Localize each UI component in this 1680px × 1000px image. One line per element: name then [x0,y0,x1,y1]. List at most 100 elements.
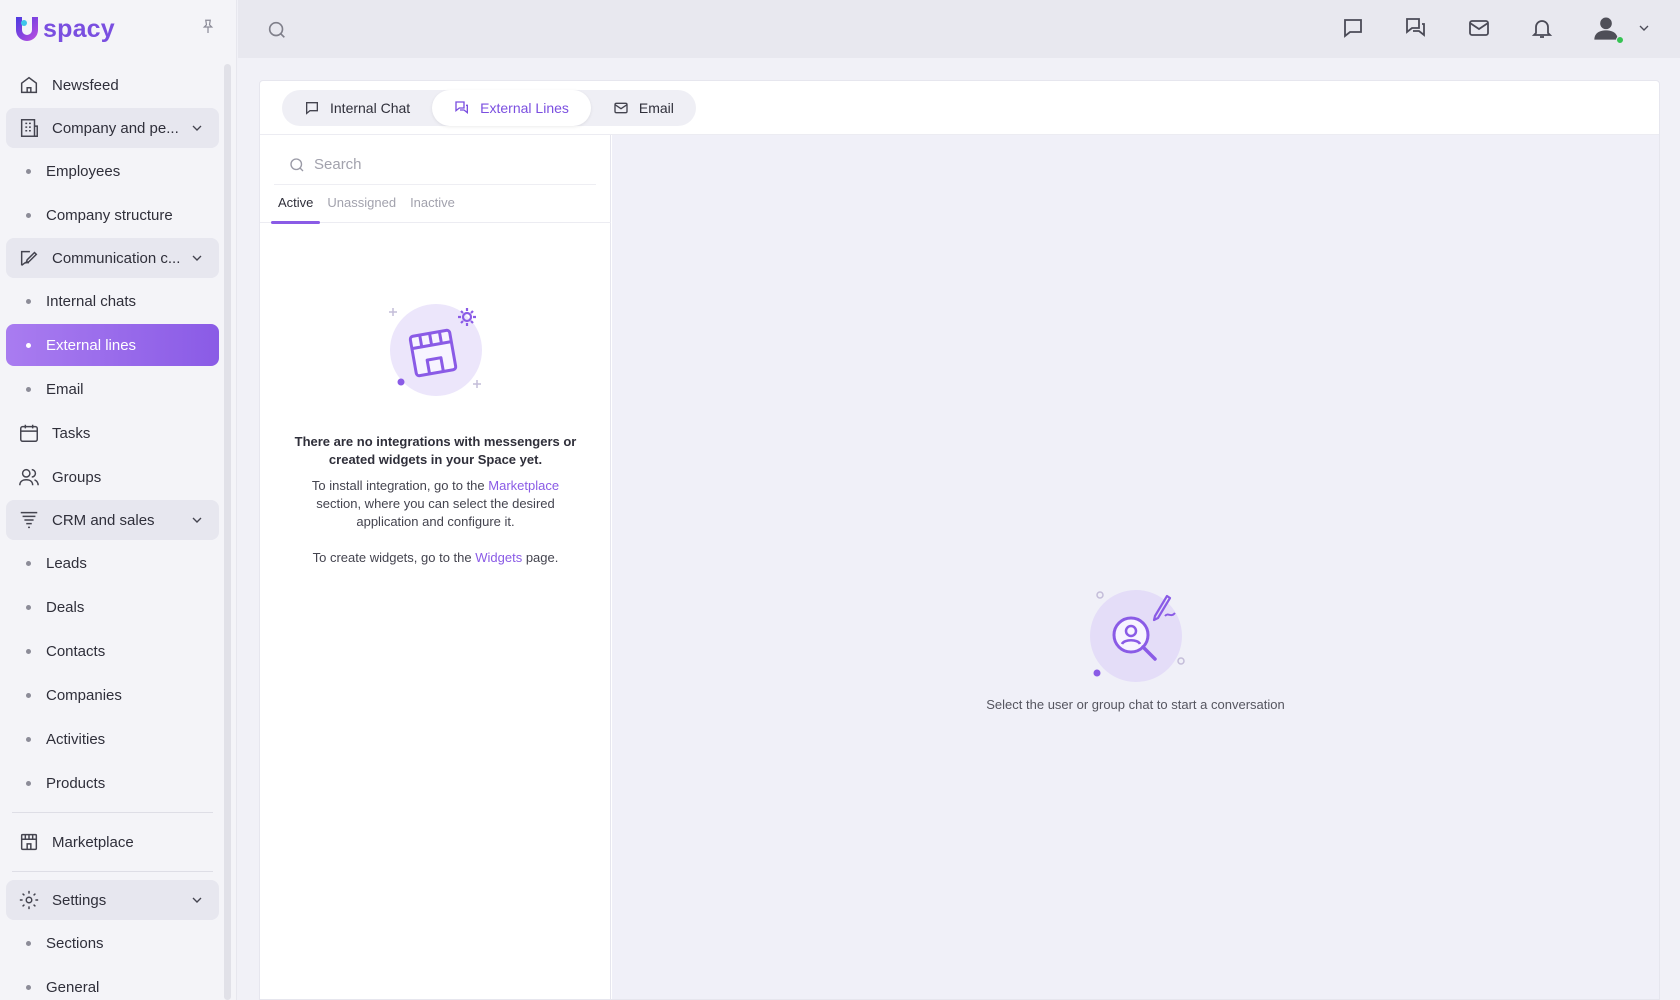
chevron-down-icon[interactable] [1636,20,1652,36]
sidebar-item-label: Leads [46,554,87,572]
sidebar-item-label: Sections [46,934,104,952]
text-fragment: To install integration, go to the [311,478,489,493]
building-icon [20,119,38,137]
empty-state: There are no integrations with messenger… [260,295,611,567]
sidebar-item-contacts[interactable]: Contacts [6,630,219,672]
chat-icon[interactable] [1341,16,1365,40]
sidebar-item-deals[interactable]: Deals [6,586,219,628]
sidebar-item-label: Internal chats [46,292,137,310]
search-field[interactable] [274,145,596,185]
tab-label: Email [638,100,674,116]
store-settings-illustration-icon [388,304,482,396]
messages-icon [455,101,469,115]
sidebar-item-activities[interactable]: Activities [6,718,219,760]
sidebar-item-newsfeed[interactable]: Newsfeed [6,64,219,106]
tab-email[interactable]: Email [591,90,696,126]
sidebar-item-label: Email [46,380,84,398]
sidebar-item-employees[interactable]: Employees [6,150,219,192]
sidebar-item-internal-chats[interactable]: Internal chats [6,280,219,322]
logo-text: spacy [43,14,115,43]
sidebar-group-crm[interactable]: CRM and sales [6,500,219,540]
sidebar-item-marketplace[interactable]: Marketplace [6,821,219,863]
messages-icon[interactable] [1404,16,1428,40]
sidebar-item-company-structure[interactable]: Company structure [6,194,219,236]
logo[interactable]: spacy [0,0,236,58]
tab-external-lines[interactable]: External Lines [432,90,591,126]
sidebar-item-email[interactable]: Email [6,368,219,410]
sidebar-divider [12,871,213,872]
tab-label: External Lines [480,100,569,116]
sidebar-item-external-lines[interactable]: External lines [6,324,219,366]
store-icon [20,833,38,851]
status-tabs: Active Unassigned Inactive [260,191,611,224]
sidebar-item-label: CRM and sales [52,511,155,529]
text-fragment: page. [522,550,559,565]
gear-icon [19,890,39,910]
sidebar-item-label: Company structure [46,206,173,224]
sidebar-item-tasks[interactable]: Tasks [6,412,219,454]
communication-icon [20,250,38,266]
chevron-down-icon [192,255,202,261]
calendar-icon [20,424,38,442]
funnel-icon [20,511,38,529]
sidebar-item-products[interactable]: Products [6,762,219,804]
sidebar-group-communication[interactable]: Communication c... [6,238,219,278]
sidebar-item-companies[interactable]: Companies [6,674,219,716]
tab-active[interactable]: Active [271,191,321,224]
tab-internal-chat[interactable]: Internal Chat [282,90,432,126]
tab-inactive[interactable]: Inactive [403,191,462,223]
chat-panel: Internal Chat External Lines Email Activ… [259,80,1660,1000]
sidebar-item-label: Newsfeed [52,76,119,94]
sidebar-item-label: Groups [52,468,102,486]
users-icon [19,468,39,486]
sidebar-item-label: Products [46,774,106,792]
sidebar-nav: Newsfeed Company and pe... Employees Com… [6,64,219,1000]
sidebar-group-settings[interactable]: Settings [6,880,219,920]
chevron-down-icon [192,125,202,131]
chevron-down-icon [192,897,202,903]
search-icon[interactable] [266,19,288,41]
text-fragment: To create widgets, go to the [312,550,476,565]
widgets-link[interactable]: Widgets [475,550,522,565]
empty-state-text: To install integration, go to the Market… [260,477,611,531]
logo-mark-icon [16,17,38,41]
sidebar-item-label: External lines [46,336,137,354]
channel-tab-bar: Internal Chat External Lines Email [260,81,1659,135]
sidebar-group-company[interactable]: Company and pe... [6,108,219,148]
sidebar-item-label: Employees [46,162,121,180]
sidebar-item-general[interactable]: General [6,966,219,1000]
sidebar-item-leads[interactable]: Leads [6,542,219,584]
sidebar-item-label: Tasks [52,424,91,442]
pin-icon[interactable] [199,18,217,36]
sidebar-item-label: Communication c... [52,249,181,267]
home-icon [20,76,38,94]
online-status-dot [1616,36,1624,44]
chevron-down-icon [192,517,202,523]
empty-state-title: There are no integrations with messenger… [294,434,577,467]
mail-icon [614,102,628,114]
conversation-list: Active Unassigned Inactive The [260,135,611,999]
search-icon [290,157,304,171]
sidebar-item-label: Settings [52,891,107,909]
mail-icon[interactable] [1467,16,1491,40]
sidebar-item-label: Deals [46,598,85,616]
top-bar [238,0,1680,58]
marketplace-link[interactable]: Marketplace [488,478,559,493]
text-fragment: section, where you can select the desire… [316,496,555,529]
top-actions [1302,14,1652,44]
tab-label: Internal Chat [330,100,411,116]
sidebar-item-groups[interactable]: Groups [6,456,219,498]
sidebar-item-label: Activities [46,730,106,748]
avatar[interactable] [1592,14,1624,44]
sidebar-scrollbar[interactable] [224,64,231,1000]
no-conversation-text: Select the user or group chat to start a… [986,697,1285,712]
conversation-view: Select the user or group chat to start a… [612,135,1659,999]
search-input[interactable] [314,156,574,173]
user-search-illustration-icon [1089,590,1185,682]
tab-unassigned[interactable]: Unassigned [320,191,403,223]
sidebar-item-sections[interactable]: Sections [6,922,219,964]
widgets-hint: To create widgets, go to the Widgets pag… [260,549,611,567]
sidebar-item-label: Company and pe... [52,119,179,137]
bell-icon[interactable] [1530,16,1554,40]
chat-icon [306,102,318,115]
